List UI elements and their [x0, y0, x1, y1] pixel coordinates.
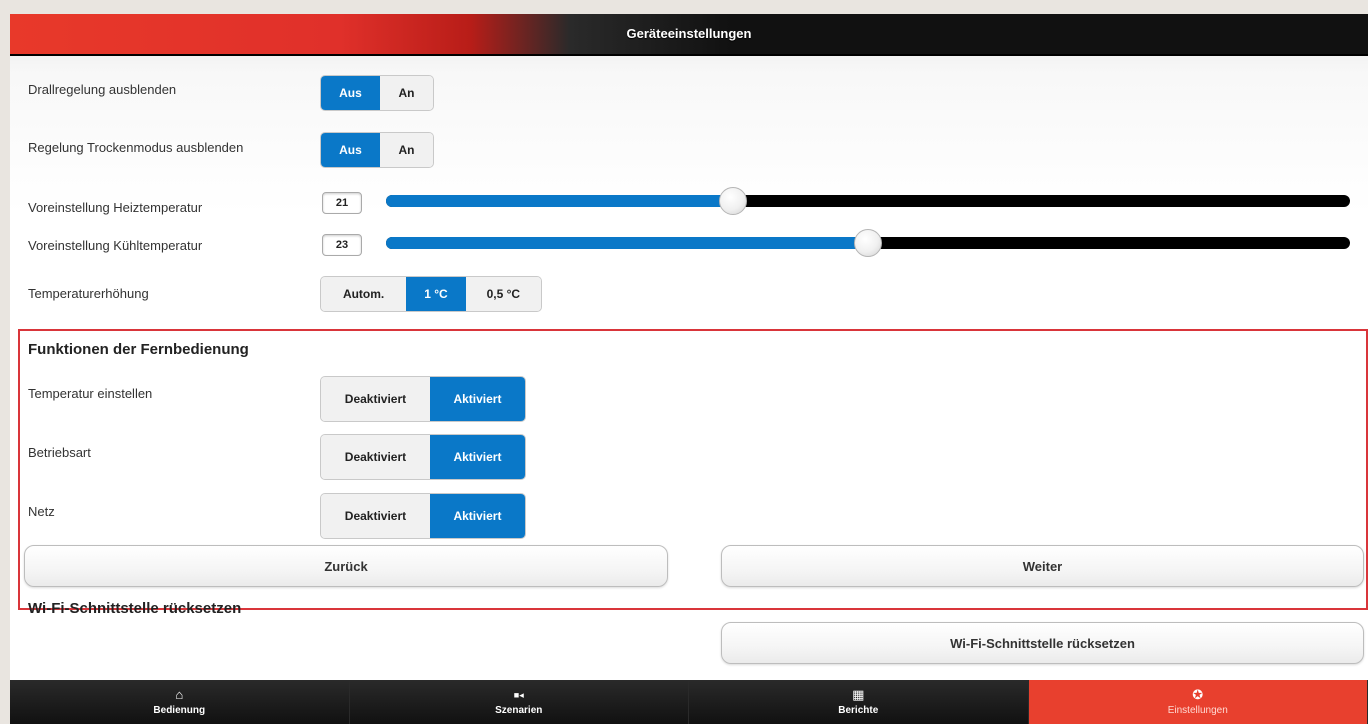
remote-mode-toggle: Deaktiviert Aktiviert	[320, 434, 526, 480]
swirl-toggle: Aus An	[320, 75, 434, 111]
temp-increase-selector: Autom. 1 °C 0,5 °C	[320, 276, 542, 312]
temp-increase-label: Temperaturerhöhung	[28, 286, 149, 301]
home-icon: ⌂	[175, 687, 184, 702]
cool-temp-value[interactable]: 23	[322, 234, 362, 256]
camera-icon: ■◂	[513, 690, 524, 700]
wifi-reset-button[interactable]: Wi-Fi-Schnittstelle rücksetzen	[721, 622, 1364, 664]
swirl-on-option[interactable]: An	[379, 76, 433, 110]
temp-increase-1c-option[interactable]: 1 °C	[406, 277, 466, 311]
tab-szenarien[interactable]: ■◂ Szenarien	[349, 680, 689, 724]
heat-temp-value[interactable]: 21	[322, 192, 362, 214]
gear-icon: ✪	[1192, 687, 1204, 702]
dry-mode-label: Regelung Trockenmodus ausblenden	[28, 140, 244, 155]
remote-mode-deactivated-option[interactable]: Deaktiviert	[321, 435, 430, 479]
app-frame: Geräteeinstellungen Drallregelung ausble…	[10, 14, 1368, 724]
cool-temp-slider-handle[interactable]	[854, 229, 882, 257]
next-button[interactable]: Weiter	[721, 545, 1364, 587]
swirl-label: Drallregelung ausblenden	[28, 82, 177, 97]
remote-temperature-toggle: Deaktiviert Aktiviert	[320, 376, 526, 422]
remote-power-deactivated-option[interactable]: Deaktiviert	[321, 494, 430, 538]
page-title: Geräteeinstellungen	[626, 26, 752, 41]
dry-mode-toggle: Aus An	[320, 132, 434, 168]
remote-power-toggle: Deaktiviert Aktiviert	[320, 493, 526, 539]
temp-increase-auto-option[interactable]: Autom.	[321, 277, 407, 311]
remote-power-activated-option[interactable]: Aktiviert	[429, 494, 525, 538]
remote-temperature-deactivated-option[interactable]: Deaktiviert	[321, 377, 430, 421]
remote-temperature-label: Temperatur einstellen	[28, 386, 153, 401]
remote-mode-activated-option[interactable]: Aktiviert	[429, 435, 525, 479]
remote-power-label: Netz	[28, 504, 55, 519]
heat-temp-slider-fill	[386, 195, 734, 207]
tab-einstellungen[interactable]: ✪ Einstellungen	[1028, 680, 1368, 724]
back-button[interactable]: Zurück	[24, 545, 668, 587]
heat-temp-slider[interactable]	[386, 187, 1350, 215]
remote-functions-title: Funktionen der Fernbedienung	[28, 341, 249, 358]
swirl-off-option[interactable]: Aus	[321, 76, 380, 110]
remote-mode-label: Betriebsart	[28, 445, 91, 460]
wifi-reset-title: Wi-Fi-Schnittstelle rücksetzen	[28, 600, 242, 617]
tab-berichte[interactable]: ▦ Berichte	[689, 680, 1029, 724]
cool-temp-slider-fill	[386, 237, 868, 249]
tab-berichte-label: Berichte	[838, 705, 879, 716]
tab-einstellungen-label: Einstellungen	[1167, 705, 1228, 716]
tab-bedienung-label: Bedienung	[153, 705, 206, 716]
tab-szenarien-label: Szenarien	[495, 705, 543, 716]
temp-increase-half-option[interactable]: 0,5 °C	[465, 277, 541, 311]
remote-temperature-activated-option[interactable]: Aktiviert	[429, 377, 525, 421]
heat-temp-label: Voreinstellung Heiztemperatur	[28, 200, 203, 215]
tab-bedienung[interactable]: ⌂ Bedienung	[10, 680, 350, 724]
cool-temp-label: Voreinstellung Kühltemperatur	[28, 238, 203, 253]
dry-mode-on-option[interactable]: An	[379, 133, 433, 167]
dry-mode-off-option[interactable]: Aus	[321, 133, 380, 167]
title-bar: Geräteeinstellungen	[10, 14, 1368, 56]
heat-temp-slider-handle[interactable]	[719, 187, 748, 215]
grid-icon: ▦	[852, 687, 865, 702]
bottom-tab-bar: ⌂ Bedienung ■◂ Szenarien ▦ Berichte ✪ Ei…	[10, 680, 1368, 724]
cool-temp-slider[interactable]	[386, 229, 1350, 257]
